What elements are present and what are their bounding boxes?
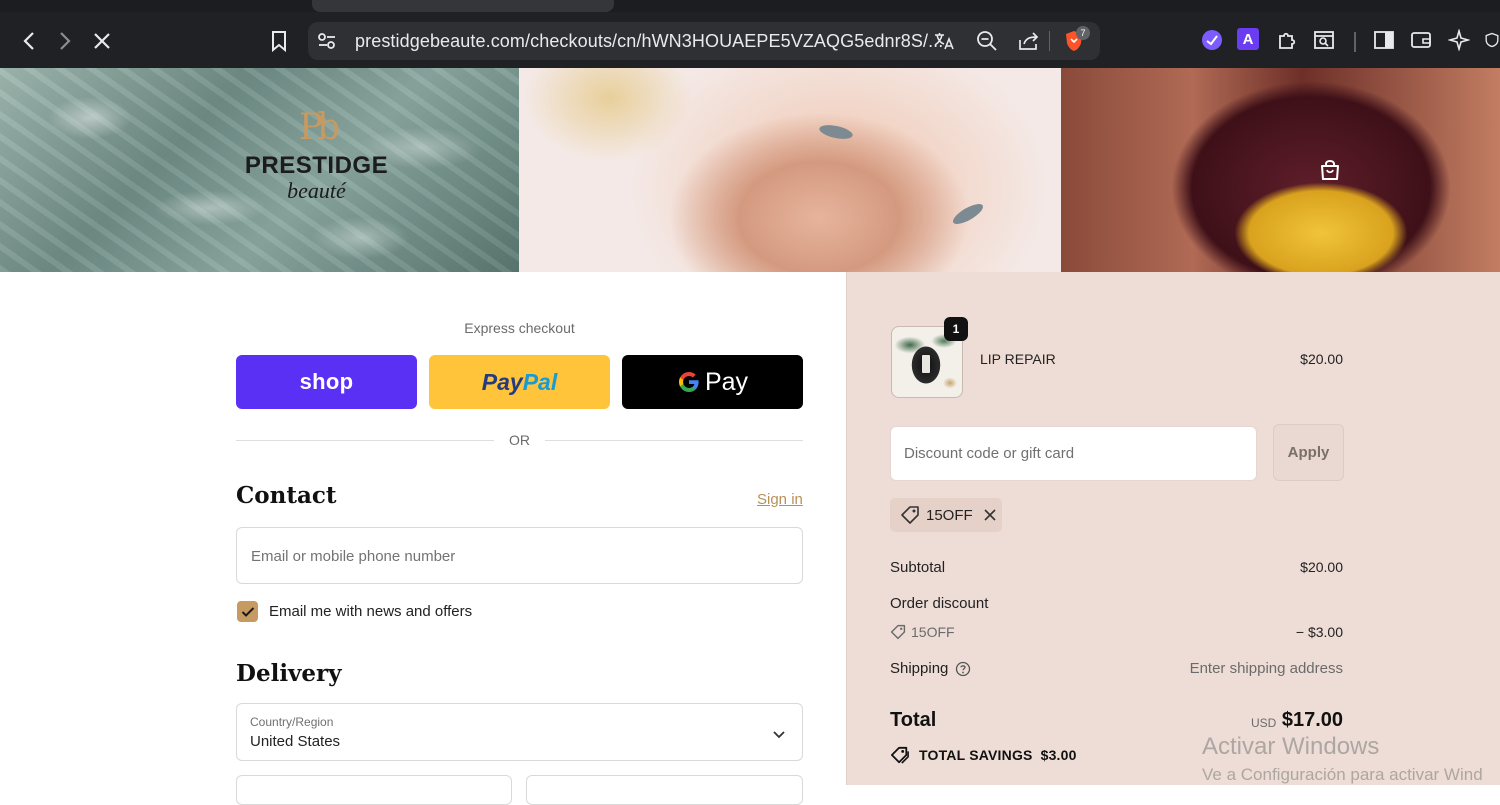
discount-code-name: 15OFF: [911, 624, 955, 640]
bookmark-icon[interactable]: [264, 26, 294, 56]
google-g-icon: [677, 370, 701, 394]
cart-icon[interactable]: [1318, 158, 1342, 182]
stop-loading-icon[interactable]: [87, 26, 117, 56]
total-savings: TOTAL SAVINGS $3.00: [890, 746, 1077, 764]
total-value: $17.00: [1281, 709, 1343, 731]
vpn-icon[interactable]: [1484, 28, 1500, 52]
applied-code: 15OFF: [926, 506, 973, 524]
windows-activation-title: Activar Windows: [1202, 733, 1380, 760]
order-discount-label: Order discount: [890, 595, 989, 612]
hero-image-model: [519, 68, 1061, 272]
product-price: $20.00: [1300, 351, 1343, 367]
checkmark-icon: [241, 606, 254, 617]
subtotal-value: $20.00: [1300, 559, 1343, 575]
checkout-main: Express checkout shop PayPal Pay OR Cont…: [0, 272, 846, 805]
shop-pay-label: shop: [299, 369, 354, 394]
savings-tag-icon: [890, 746, 910, 764]
url-text[interactable]: prestidgebeaute.com/checkouts/cn/hWN3HOU…: [355, 31, 943, 52]
shop-pay-button[interactable]: shop: [236, 355, 417, 409]
divider: [1354, 32, 1356, 52]
order-summary: LIP REPAIR $20.00 Discount code or gift …: [846, 272, 1500, 785]
country-value: United States: [250, 733, 341, 750]
hero-model-eye: [818, 122, 854, 142]
or-label: OR: [509, 432, 530, 448]
google-pay-label: Pay: [704, 367, 749, 396]
total-currency: USD: [1251, 716, 1277, 730]
windows-activation-subtitle: Ve a Configuración para activar Wind: [1202, 765, 1483, 784]
product-label: [922, 355, 930, 373]
translate-icon[interactable]: [933, 30, 955, 52]
savings-value: $3.00: [1040, 747, 1077, 763]
or-divider: OR: [236, 432, 803, 450]
extensions-puzzle-icon[interactable]: [1275, 28, 1299, 52]
discount-placeholder: Discount code or gift card: [904, 445, 1075, 462]
paypal-button[interactable]: PayPal: [429, 355, 610, 409]
subtotal-label: Subtotal: [890, 559, 946, 576]
country-label: Country/Region: [250, 715, 334, 729]
email-field[interactable]: Email or mobile phone number: [236, 527, 803, 584]
hero-banner: [0, 68, 1500, 272]
wallet-icon[interactable]: [1409, 28, 1433, 52]
brand-logo[interactable]: Pb PRESTIDGE beauté: [244, 108, 389, 204]
address-bar[interactable]: prestidgebeaute.com/checkouts/cn/hWN3HOU…: [308, 22, 1100, 60]
brand-monogram: Pb: [298, 107, 340, 148]
back-icon[interactable]: [14, 26, 44, 56]
paypal-label: PayPal: [482, 369, 557, 396]
share-icon[interactable]: [1018, 30, 1040, 52]
sign-in-link[interactable]: Sign in: [757, 491, 803, 508]
discount-value: − $3.00: [1295, 624, 1343, 640]
product-name: LIP REPAIR: [980, 351, 1056, 367]
browser-tab-active[interactable]: [312, 0, 614, 12]
browser-toolbar: prestidgebeaute.com/checkouts/cn/hWN3HOU…: [0, 12, 1500, 68]
quantity-badge: 1: [944, 317, 968, 341]
google-pay-button[interactable]: Pay: [622, 355, 803, 409]
paypal-label-pal: Pal: [522, 368, 558, 395]
extension-circle-icon[interactable]: [1200, 28, 1224, 52]
news-offers-checkbox[interactable]: [237, 601, 258, 622]
shield-count-badge: 7: [1076, 26, 1090, 40]
country-select[interactable]: Country/Region United States: [236, 703, 803, 761]
brand-name: PRESTIDGE: [244, 152, 389, 179]
shipping-label: Shipping: [890, 660, 949, 677]
hero-model-eye: [950, 200, 986, 228]
email-placeholder: Email or mobile phone number: [251, 548, 456, 565]
zoom-out-icon[interactable]: [976, 30, 998, 52]
news-offers-label[interactable]: Email me with news and offers: [269, 603, 472, 620]
delivery-heading: Delivery: [236, 660, 342, 687]
last-name-field[interactable]: [526, 775, 803, 805]
remove-discount-icon[interactable]: [983, 508, 997, 522]
total-label: Total: [890, 709, 937, 731]
chevron-down-icon: [772, 727, 786, 745]
divider: [1049, 31, 1050, 51]
applied-discount-chip: 15OFF: [890, 498, 1002, 532]
shipping-row: Shipping: [890, 660, 971, 677]
divider-line: [545, 440, 803, 441]
tag-icon: [900, 505, 920, 525]
savings-label: TOTAL SAVINGS: [919, 747, 1033, 763]
site-settings-icon[interactable]: [316, 30, 338, 52]
apply-discount-button[interactable]: Apply: [1273, 424, 1344, 481]
express-checkout-label: Express checkout: [464, 320, 575, 336]
sidebar-icon[interactable]: [1372, 28, 1396, 52]
brand-tagline: beauté: [287, 178, 346, 203]
discount-code-input[interactable]: Discount code or gift card: [890, 426, 1257, 481]
contact-heading: Contact: [236, 482, 337, 509]
browser-tab-strip: [0, 0, 1500, 12]
hero-image-fruit: [1061, 68, 1500, 272]
first-name-field[interactable]: [236, 775, 512, 805]
discount-code-row: 15OFF: [890, 624, 955, 640]
paypal-label-pay: Pay: [481, 368, 523, 395]
help-icon[interactable]: [955, 661, 971, 677]
shipping-value: Enter shipping address: [1189, 660, 1343, 677]
tag-icon: [890, 624, 906, 640]
leo-ai-icon[interactable]: [1447, 28, 1471, 52]
divider-line: [236, 440, 494, 441]
reader-search-icon[interactable]: [1312, 28, 1336, 52]
forward-icon[interactable]: [50, 26, 80, 56]
extension-a-icon[interactable]: A: [1237, 28, 1259, 50]
